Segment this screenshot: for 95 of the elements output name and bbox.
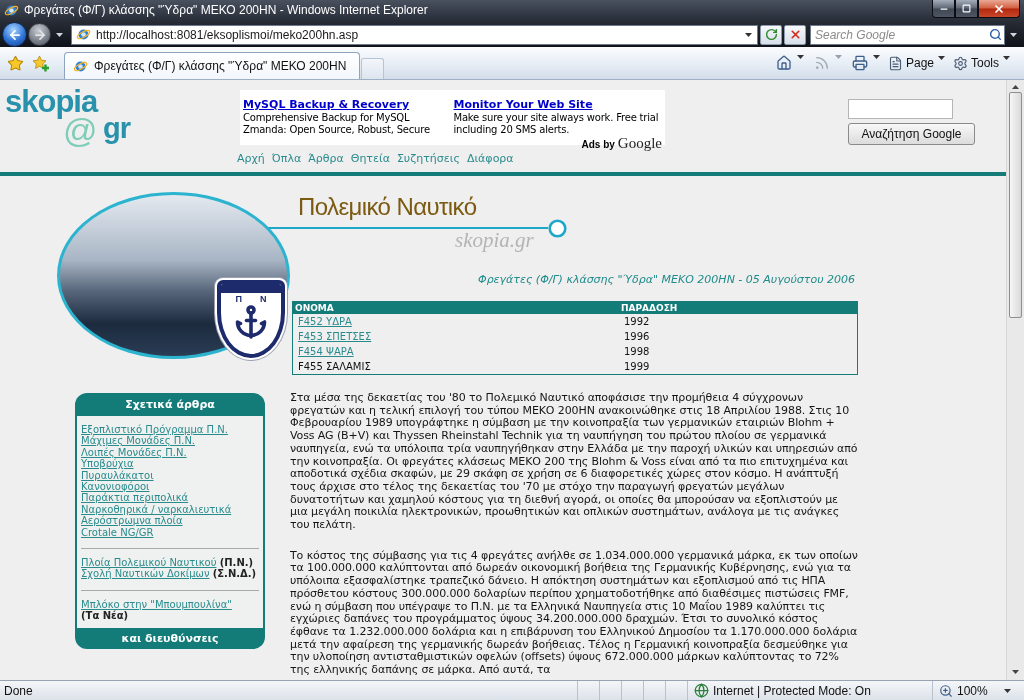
x-icon bbox=[788, 28, 802, 41]
column-header: ΟΝΟΜΑ bbox=[292, 301, 619, 314]
ads-brand[interactable]: Google bbox=[617, 136, 662, 151]
stop-button[interactable] bbox=[784, 24, 806, 45]
refresh-icon bbox=[764, 28, 778, 41]
page-menu-button[interactable]: Page bbox=[887, 55, 934, 71]
sidebar-title: Σχετικά άρθρα bbox=[75, 393, 265, 416]
ring-icon bbox=[548, 218, 567, 238]
table-cell: 1992 bbox=[619, 314, 858, 329]
site-mark: skopia.gr bbox=[455, 230, 535, 250]
ad-title-link[interactable]: MySQL Backup & Recovery bbox=[243, 98, 410, 111]
table-cell: F455 ΣΑΛΑΜΙΣ bbox=[292, 359, 619, 375]
ship-link[interactable]: F452 ΥΔΡΑ bbox=[298, 316, 352, 327]
anchor-icon bbox=[233, 304, 269, 340]
article-paragraph: Το κόστος της σύμβασης για τις 4 φρεγάτες ανήλθε σε 1.034.000.000 γερμανικά μάρκα, εκ των οποίων τα 100.000.000 καλύπτονται από δωρεάν οικονομική βοήθεια της Γερμανικής Κυβέρνησης, ενώ για τα υπόλοιπα εξασφαλίστηκε τραπεζικό δάνειο. Η απόκτηση συστημάτων και εξοπλισμού από τις ΗΠΑ πρόσθετου κόστους 300.000.000 δολαρίων περίπου χρηματοδοτήθηκε από διαθέσιμες πιστώσεις FMF, ενώ η σύμβαση που υπέγραψε το Π.Ν. με τα Ελληνικά Ναυπηγεία στις 10 Μαΐου 1989 καλύπτει τις εγχώριες δαπάνες του προγράμματος ύψους 34.200.000.000 δραχμών. Έτσι το συνολικό κόστος έφθανε τα 1.232.000.000 δολάρια και η επιβάρυνση του Ελληνικού Δημοσίου τα 1.170.000.000 δολάρια μετά την αφαίρεση της γερμανικής δωρεάν βοήθειας. Τέλος η Γερμανική κοινοπραξία δεσμεύθηκε για την υλοποίηση αντισταθμιστικών οφελών (offsets) ύψους 672.000.000 μάρκων καλύπτοντας το 72% της ελληνικής δαπάνης σε μάρκα. Από αυτά, τα bbox=[290, 549, 858, 677]
article-paragraph: Στα μέσα της δεκαετίας του '80 το Πολεμικό Ναυτικό αποφάσισε την προμήθεια 4 σύγχρονων φρεγατών και η τελική επιλογή του τύπου ΜΕΚΟ 200HN ανακοινώθηκε στις 18 Απριλίου 1988. Στις 10 Φεβρουαρίου 1989 υπογράφτηκε η σύμβαση με την κοινοπραξία των γερμανικών εταιριών Blohm + Voss AG (B+V) και Thyssen Rheinstahl Technik για τη ναυπήγηση του πρώτου πλοίου σε γερμανικά ναυπηγεία, ενώ τα υπόλοιπα τρία ναυπηγήθηκαν στην Ελλάδα με την παροχή υλικών και υπηρεσιών από την κοινοπραξία. Οι φρεγάτες κλάσεως ΜΕΚΟ 200 της Blohm & Voss είναι από τα πιο επιτυχημένα και αποδοτικά σχέδια σκαφών, με 29 σκάφη σε χρήση σε 6 διαφορετικές χώρες στον κόσμο. Η ανάπτυξή τους άρχισε στο τέλος της δεκαετίας του '70 με στόχο την παραγωγή φρεγατών μεγάλων δυνατοτήτων και χαμηλού κόστους για τη διεθνή αγορά, οι οποίες θα μπορούσαν να εξοπλιστούν με μια μεγάλη ποικιλία ηλεκτρονικών, προωθητικών και οπλικών συστημάτων, ανάλογα με τις ανάγκες του πελάτη. bbox=[290, 392, 858, 532]
window-title: Φρεγάτες (Φ/Γ) κλάσσης "Ύδρα" ΜΕΚΟ 200HN - Windows Internet Explorer bbox=[24, 3, 428, 18]
close-button[interactable] bbox=[978, 0, 1020, 18]
nav-link[interactable]: Διάφορα bbox=[466, 152, 514, 166]
sidebar-link[interactable]: Αερόστρωμνα πλοία bbox=[81, 515, 183, 527]
nav-link[interactable]: Όπλα bbox=[271, 152, 302, 166]
arrow-left-icon bbox=[7, 27, 22, 42]
dropdown-arrow-icon[interactable] bbox=[872, 55, 880, 59]
zoom-level[interactable]: 100% bbox=[957, 683, 988, 698]
nav-link[interactable]: Θητεία bbox=[350, 152, 390, 166]
ad-text: Make sure your site always work. Free trial including 20 SMS alerts. bbox=[453, 112, 660, 136]
ring-logo-icon bbox=[76, 27, 91, 42]
banner-title: Πολεμικό Ναυτικό bbox=[298, 195, 478, 219]
maximize-icon bbox=[962, 4, 971, 13]
tools-menu-button[interactable]: Tools bbox=[953, 55, 999, 71]
dropdown-arrow-icon[interactable] bbox=[796, 55, 804, 59]
dropdown-arrow-icon[interactable] bbox=[1010, 32, 1017, 37]
browser-tab[interactable]: Φρεγάτες (Φ/Γ) κλάσσης "Ύδρα" ΜΕΚΟ 200HN bbox=[64, 52, 360, 79]
sidebar-link[interactable]: Παράκτια περιπολικά bbox=[81, 492, 189, 504]
dropdown-arrow-icon[interactable] bbox=[938, 55, 945, 60]
arrow-right-icon bbox=[32, 27, 47, 42]
status-text: Done bbox=[3, 683, 34, 698]
sidebar-link[interactable]: Μάχιμες Μονάδες Π.Ν. bbox=[81, 435, 196, 447]
back-button[interactable] bbox=[2, 22, 27, 47]
gear-icon bbox=[953, 55, 968, 71]
ads-attribution: Ads by bbox=[581, 139, 615, 150]
dropdown-arrow-icon[interactable] bbox=[1003, 688, 1011, 693]
table-cell: 1998 bbox=[619, 344, 858, 359]
nav-link[interactable]: Συζητήσεις bbox=[396, 152, 460, 166]
dropdown-arrow-icon[interactable] bbox=[56, 32, 63, 37]
sidebar-footer: και διευθύνσεις bbox=[75, 627, 265, 649]
minimize-button[interactable] bbox=[932, 0, 955, 18]
site-search-button[interactable]: Αναζήτηση Google bbox=[848, 123, 975, 145]
ad-title-link[interactable]: Monitor Your Web Site bbox=[453, 98, 593, 111]
sidebar-link[interactable]: Crotale NG/GR bbox=[81, 526, 154, 538]
sidebar-link[interactable]: Πυραυλάκατοι bbox=[81, 469, 154, 481]
sidebar-link[interactable]: Μπλόκο στην "Μπουμπουλίνα" bbox=[81, 598, 232, 610]
dropdown-arrow-icon[interactable] bbox=[1003, 55, 1010, 60]
dropdown-arrow-icon[interactable] bbox=[745, 32, 752, 37]
scrollbar-thumb[interactable] bbox=[1009, 92, 1022, 318]
sidebar-link[interactable]: Πλοία Πολεμικού Ναυτικού bbox=[81, 557, 217, 569]
sidebar-link[interactable]: Σχολή Ναυτικών Δοκίμων bbox=[81, 568, 210, 580]
close-icon bbox=[993, 2, 1005, 15]
sidebar-link[interactable]: Εξοπλιστικό Πρόγραμμα Π.Ν. bbox=[81, 424, 228, 435]
link-note: (Π.Ν.) bbox=[219, 557, 254, 569]
emblem-letter: Ν bbox=[260, 294, 267, 304]
star-icon[interactable] bbox=[7, 54, 24, 72]
site-search-input[interactable] bbox=[848, 99, 953, 119]
ring-logo-icon bbox=[4, 3, 19, 18]
globe-icon bbox=[694, 683, 709, 698]
emblem-letter: Π bbox=[235, 294, 242, 304]
scroll-down-arrow-icon[interactable] bbox=[1012, 670, 1019, 674]
printer-icon[interactable] bbox=[851, 55, 868, 71]
star-plus-icon[interactable] bbox=[32, 54, 50, 72]
article-date-line: Φρεγάτες (Φ/Γ) κλάσσης "Ύδρα" ΜΕΚΟ 200HN - 05 Αυγούστου 2006 bbox=[476, 273, 855, 287]
ship-link[interactable]: F453 ΣΠΕΤΣΕΣ bbox=[298, 331, 372, 342]
column-header: ΠΑΡΑΔΟΣΗ bbox=[619, 301, 858, 314]
logo-suffix: gr bbox=[103, 113, 130, 143]
home-icon[interactable] bbox=[775, 55, 792, 71]
scrollbar[interactable] bbox=[1006, 80, 1024, 680]
sidebar-link[interactable]: Υποβρύχια bbox=[81, 458, 134, 470]
sidebar-link[interactable]: Κανονιοφόροι bbox=[81, 481, 150, 493]
nav-link[interactable]: Άρθρα bbox=[308, 152, 344, 166]
address-field[interactable]: http://localhost:8081/eksoplismoi/meko200hn.asp bbox=[71, 24, 758, 45]
page-icon bbox=[887, 55, 903, 71]
refresh-button[interactable] bbox=[760, 24, 782, 45]
sidebar-link[interactable]: Ναρκοθηρικά / ναρκαλιευτικά bbox=[81, 503, 232, 515]
maximize-button[interactable] bbox=[955, 0, 978, 18]
table-cell: 1999 bbox=[619, 359, 858, 375]
link-note: (Σ.Ν.Δ.) bbox=[212, 568, 257, 580]
zoom-icon[interactable] bbox=[939, 683, 953, 698]
url-text: http://localhost:8081/eksoplismoi/meko200hn.asp bbox=[96, 27, 360, 42]
table-cell: 1996 bbox=[619, 329, 858, 344]
ship-link[interactable]: F454 ΨΑΡΑ bbox=[298, 346, 354, 357]
scroll-up-arrow-icon[interactable] bbox=[1012, 85, 1019, 89]
link-note: (Τα Νέα) bbox=[81, 610, 129, 622]
sidebar-link[interactable]: Λοιπές Μονάδες Π.Ν. bbox=[81, 446, 187, 458]
nav-link[interactable]: Αρχή bbox=[237, 152, 265, 166]
security-zone[interactable]: Internet | Protected Mode: On bbox=[713, 683, 871, 698]
ad-text: Comprehensive Backup for MySQL Zmanda: Open Source, Robust, Secure bbox=[243, 112, 431, 136]
